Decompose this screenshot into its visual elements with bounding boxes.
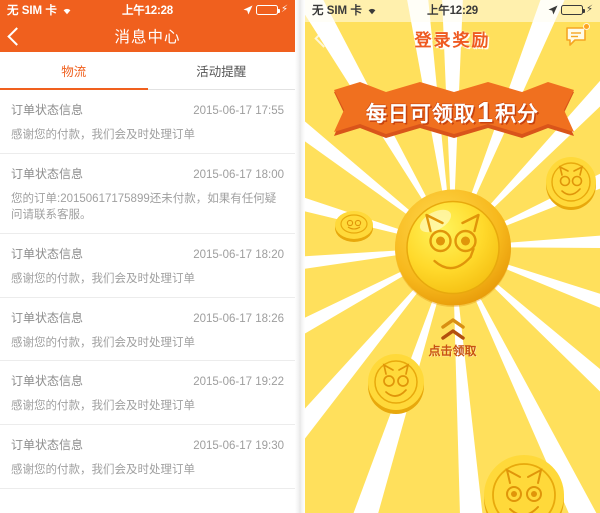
decorative-coin: [365, 352, 427, 419]
message-center-screen: 无 SIM 卡 上午12:28 ⚡ 消息中心 物流 活动提醒 订单状态信息 20…: [0, 0, 295, 513]
message-title: 订单状态信息: [11, 374, 84, 389]
double-chevron-up-icon: [305, 318, 600, 340]
message-body: 感谢您的付款，我们会及时处理订单: [11, 273, 195, 286]
banner-amount: 1: [476, 96, 495, 129]
gold-coin-cat-face-icon: [394, 189, 511, 307]
message-title: 订单状态信息: [11, 310, 84, 325]
status-bar-left: 无 SIM 卡: [7, 2, 73, 18]
message-header: 订单状态信息 2015-06-17 17:55: [11, 101, 284, 118]
list-item[interactable]: 订单状态信息 2015-06-17 18:20 感谢您的付款，我们会及时处理订单: [0, 234, 295, 298]
status-bar-left: 无 SIM 卡: [312, 2, 378, 18]
claim-cta[interactable]: 点击领取: [305, 318, 600, 359]
message-header: 订单状态信息 2015-06-17 18:26: [11, 309, 284, 326]
charging-bolt-icon: ⚡: [585, 4, 593, 15]
message-time: 2015-06-17 17:55: [193, 105, 284, 117]
tab-bar: 物流 活动提醒: [0, 52, 295, 90]
dual-phone-screenshot: 无 SIM 卡 上午12:28 ⚡ 消息中心 物流 活动提醒 订单状态信息 20…: [0, 0, 600, 513]
carrier-label: 无 SIM 卡: [312, 5, 362, 17]
decorative-coin: [333, 208, 375, 249]
message-header: 订单状态信息 2015-06-17 18:20: [11, 245, 284, 262]
message-time: 2015-06-17 18:00: [193, 168, 284, 181]
tab-logistics-label: 物流: [61, 65, 87, 79]
location-arrow-icon: [548, 5, 558, 15]
back-button[interactable]: [7, 20, 26, 52]
navigation-bar: 消息中心: [0, 20, 295, 52]
location-arrow-icon: [243, 5, 253, 15]
notification-badge: [583, 23, 590, 30]
chevron-left-icon: [314, 28, 333, 48]
login-reward-screen: 无 SIM 卡 上午12:29 ⚡ 登录奖励 每日可领取 1 积分 点击领取: [305, 0, 600, 513]
status-bar-right: ⚡: [548, 5, 593, 15]
message-list[interactable]: 订单状态信息 2015-06-17 17:55 感谢您的付款，我们会及时处理订单…: [0, 90, 295, 513]
status-bar-right: ⚡: [243, 5, 288, 15]
message-header: 订单状态信息 2015-06-17 18:00: [11, 165, 284, 182]
list-item[interactable]: 订单状态信息 2015-06-17 18:26 感谢您的付款，我们会及时处理订单: [0, 298, 295, 362]
claim-coin-button[interactable]: [390, 185, 515, 310]
tab-logistics[interactable]: 物流: [0, 52, 148, 89]
reward-banner: 每日可领取 1 积分: [324, 78, 582, 148]
message-body: 您的订单:20150617175899还未付款，如果有任何疑问请联系客服。: [11, 192, 277, 222]
back-button[interactable]: [314, 20, 333, 56]
list-item[interactable]: 订单状态信息 2015-06-17 19:30 感谢您的付款，我们会及时处理订单: [0, 425, 295, 489]
battery-icon: [255, 5, 280, 15]
battery-icon: [560, 5, 585, 15]
tab-activity-reminder-label: 活动提醒: [196, 65, 247, 79]
decorative-coin: [543, 155, 599, 216]
carrier-label: 无 SIM 卡: [7, 5, 57, 17]
charging-bolt-icon: ⚡: [280, 4, 288, 15]
message-body: 感谢您的付款，我们会及时处理订单: [11, 464, 195, 477]
tab-activity-reminder[interactable]: 活动提醒: [148, 52, 296, 89]
message-title: 订单状态信息: [11, 103, 84, 117]
message-body: 感谢您的付款，我们会及时处理订单: [11, 336, 195, 349]
navigation-bar: 登录奖励: [305, 20, 600, 56]
message-title: 订单状态信息: [11, 247, 84, 262]
banner-prefix: 每日可领取: [365, 103, 476, 126]
message-body: 感谢您的付款，我们会及时处理订单: [11, 129, 195, 141]
claim-label: 点击领取: [428, 344, 477, 358]
message-time: 2015-06-17 18:26: [193, 312, 284, 325]
list-item[interactable]: 订单状态信息 2015-06-17 19:22 感谢您的付款，我们会及时处理订单: [0, 361, 295, 426]
status-bar: 无 SIM 卡 上午12:28 ⚡: [0, 0, 295, 20]
message-header: 订单状态信息 2015-06-17 19:30: [11, 436, 284, 453]
message-title: 订单状态信息: [11, 166, 84, 181]
panel-divider: [295, 0, 305, 513]
list-item[interactable]: 订单状态信息 2015-06-17 17:55 感谢您的付款，我们会及时处理订单: [0, 90, 295, 154]
message-time: 2015-06-17 19:22: [193, 376, 284, 389]
page-title: 登录奖励: [414, 30, 491, 50]
banner-text: 每日可领取 1 积分: [324, 78, 582, 148]
decorative-coin: [480, 455, 568, 513]
list-item[interactable]: 订单状态信息 2015-06-17 18:00 您的订单:20150617175…: [0, 154, 295, 235]
message-body: 感谢您的付款，我们会及时处理订单: [11, 400, 195, 413]
banner-suffix: 积分: [495, 103, 540, 126]
wifi-icon: [61, 5, 73, 15]
status-bar: 无 SIM 卡 上午12:29 ⚡: [305, 0, 600, 20]
chat-button[interactable]: [563, 23, 590, 50]
page-title: 消息中心: [114, 29, 181, 46]
chevron-left-icon: [7, 26, 26, 46]
message-title: 订单状态信息: [11, 438, 84, 453]
message-time: 2015-06-17 18:20: [193, 249, 284, 262]
message-header: 订单状态信息 2015-06-17 19:22: [11, 372, 284, 389]
message-time: 2015-06-17 19:30: [193, 440, 284, 453]
wifi-icon: [366, 5, 378, 15]
